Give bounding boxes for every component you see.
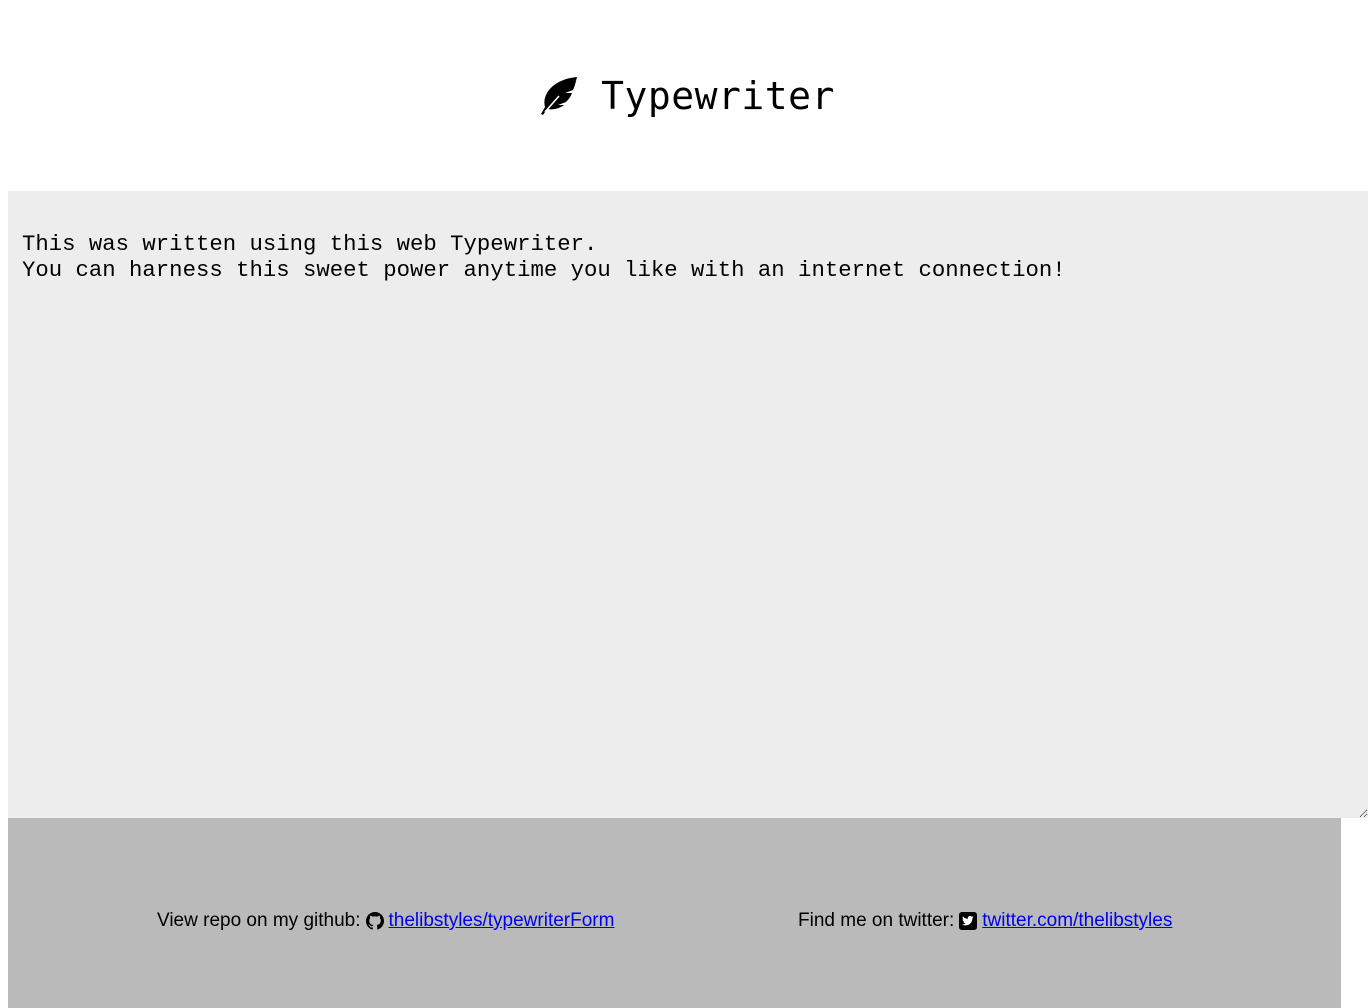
title-group: Typewriter: [539, 74, 835, 118]
twitter-icon: [959, 912, 978, 930]
feather-icon: [541, 76, 578, 115]
page-footer: View repo on my github: thelibstyles/typ…: [8, 818, 1341, 1008]
github-repo-link[interactable]: thelibstyles/typewriterForm: [389, 910, 615, 932]
twitter-profile-link[interactable]: twitter.com/thelibstyles: [982, 910, 1172, 932]
page-header: Typewriter: [0, 0, 1368, 191]
twitter-info: Find me on twitter: twitter.com/thelibst…: [798, 910, 1172, 932]
github-info: View repo on my github: thelibstyles/typ…: [157, 910, 614, 932]
github-icon: [365, 912, 384, 930]
typewriter-textarea[interactable]: [8, 191, 1368, 818]
page-title: Typewriter: [601, 73, 835, 118]
twitter-label: Find me on twitter:: [798, 910, 955, 931]
github-label: View repo on my github:: [157, 910, 361, 931]
